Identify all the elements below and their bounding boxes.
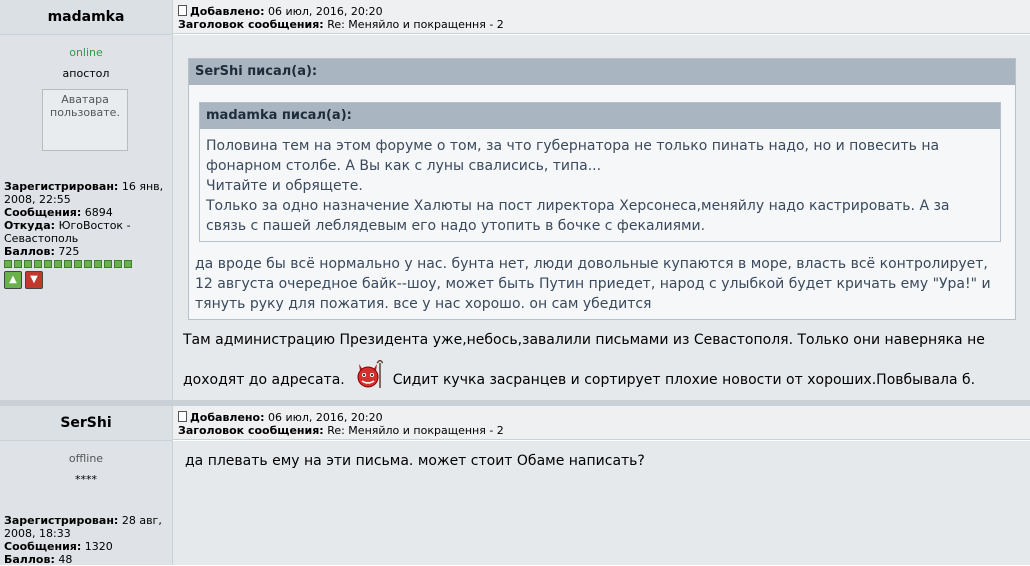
quote-line: Читайте и обрящете.	[206, 178, 363, 194]
quote-author: SerShi писал(а):	[189, 59, 1015, 85]
avatar: Аватара пользовате.	[42, 89, 128, 151]
pip	[64, 260, 72, 268]
msgs-value: 6894	[84, 206, 113, 219]
author-panel: online апостол Аватара пользовате. Зарег…	[0, 35, 173, 400]
posted-label: Добавлено:	[190, 5, 265, 18]
points-value: 725	[58, 245, 80, 258]
post-header: SerShi Добавлено: 06 июл, 2016, 20:20 За…	[0, 406, 1030, 441]
pip	[14, 260, 22, 268]
reputation-buttons: ▲ ▼	[4, 271, 168, 289]
quote-outer: SerShi писал(а): madamka писал(а): Полов…	[188, 58, 1016, 320]
pip	[104, 260, 112, 268]
quote-line: фонарном столбе. А Вы как с луны свалиси…	[206, 158, 602, 174]
thumbs-up-icon[interactable]: ▲	[4, 271, 22, 289]
posted-value: 06 июл, 2016, 20:20	[268, 411, 383, 424]
post-icon[interactable]	[178, 5, 187, 16]
user-info: Зарегистрирован: 16 янв, 2008, 22:55 Соо…	[4, 180, 168, 289]
posted-value: 06 июл, 2016, 20:20	[268, 5, 383, 18]
post-header: madamka Добавлено: 06 июл, 2016, 20:20 З…	[0, 0, 1030, 35]
subject-label: Заголовок сообщения:	[178, 424, 324, 437]
subject-value: Re: Меняйло и покращення - 2	[327, 424, 504, 437]
post-meta: Добавлено: 06 июл, 2016, 20:20 Заголовок…	[173, 406, 1030, 440]
msgs-value: 1320	[84, 540, 113, 553]
msgs-label: Сообщения:	[4, 540, 82, 553]
quote-inner-author: madamka писал(а):	[200, 103, 1000, 129]
user-rank: ****	[75, 473, 97, 486]
post-text-line: Там администрацию Президента уже,небось,…	[183, 332, 985, 348]
pip	[34, 260, 42, 268]
pip	[54, 260, 62, 268]
post-text-part: Сидит кучка засранцев и сортирует плохие…	[392, 372, 976, 388]
pip	[24, 260, 32, 268]
devil-smiley-icon	[357, 360, 383, 388]
post-meta: Добавлено: 06 июл, 2016, 20:20 Заголовок…	[173, 0, 1030, 34]
post-text: да плевать ему на эти письма. может стои…	[185, 453, 645, 469]
pip	[44, 260, 52, 268]
points-value: 48	[58, 553, 73, 566]
subject-label: Заголовок сообщения:	[178, 18, 324, 31]
author-name[interactable]: SerShi	[0, 406, 173, 441]
quote-inner: madamka писал(а): Половина тем на этом ф…	[199, 102, 1001, 242]
post-text-part: доходят до адресата.	[183, 372, 345, 388]
pip	[4, 260, 12, 268]
quote-inner-body: Половина тем на этом форуме о том, за чт…	[200, 129, 1000, 236]
post-text-line-2: доходят до адресата. Сидит кучка засранц…	[183, 360, 1023, 390]
reputation-pips	[4, 260, 168, 268]
pip	[94, 260, 102, 268]
status-online: online	[69, 46, 103, 59]
post-1: madamka Добавлено: 06 июл, 2016, 20:20 З…	[0, 0, 1030, 400]
quote-line: Половина тем на этом форуме о том, за чт…	[206, 138, 940, 154]
status-offline: offline	[68, 452, 104, 465]
points-label: Баллов:	[4, 245, 55, 258]
post-body: SerShi писал(а): madamka писал(а): Полов…	[173, 35, 1030, 400]
quote-line: связь с пашей леблядевым его надо утопит…	[206, 218, 706, 234]
post-icon[interactable]	[178, 411, 187, 422]
subject-value: Re: Меняйло и покращення - 2	[327, 18, 504, 31]
post-2: SerShi Добавлено: 06 июл, 2016, 20:20 За…	[0, 406, 1030, 566]
quote-outer-body: да вроде бы всё нормально у нас. бунта н…	[189, 254, 997, 314]
user-info: Зарегистрирован: 28 авг, 2008, 18:33 Соо…	[4, 514, 168, 566]
reg-label: Зарегистрирован:	[4, 514, 119, 527]
posted-label: Добавлено:	[190, 411, 265, 424]
thumbs-down-icon[interactable]: ▼	[25, 271, 43, 289]
pip	[74, 260, 82, 268]
msgs-label: Сообщения:	[4, 206, 82, 219]
reg-label: Зарегистрирован:	[4, 180, 119, 193]
avatar-placeholder-text: Аватара пользовате.	[50, 93, 120, 119]
quote-line: тянуть руку для пожатия. все у нас хорош…	[195, 296, 652, 312]
points-label: Баллов:	[4, 553, 55, 566]
post-text: Там администрацию Президента уже,небось,…	[183, 330, 1023, 390]
quote-line: 12 августа очередное байк--шоу, может бы…	[195, 276, 991, 292]
from-label: Откуда:	[4, 219, 56, 232]
pip	[124, 260, 132, 268]
pip	[84, 260, 92, 268]
quote-line: да вроде бы всё нормально у нас. бунта н…	[195, 256, 988, 272]
post-body: да плевать ему на эти письма. может стои…	[173, 441, 1030, 565]
author-name[interactable]: madamka	[0, 0, 173, 35]
quote-line: Только за одно назначение Халюты на пост…	[206, 198, 950, 214]
author-panel: offline **** Зарегистрирован: 28 авг, 20…	[0, 441, 173, 566]
user-rank: апостол	[62, 67, 110, 80]
pip	[114, 260, 122, 268]
